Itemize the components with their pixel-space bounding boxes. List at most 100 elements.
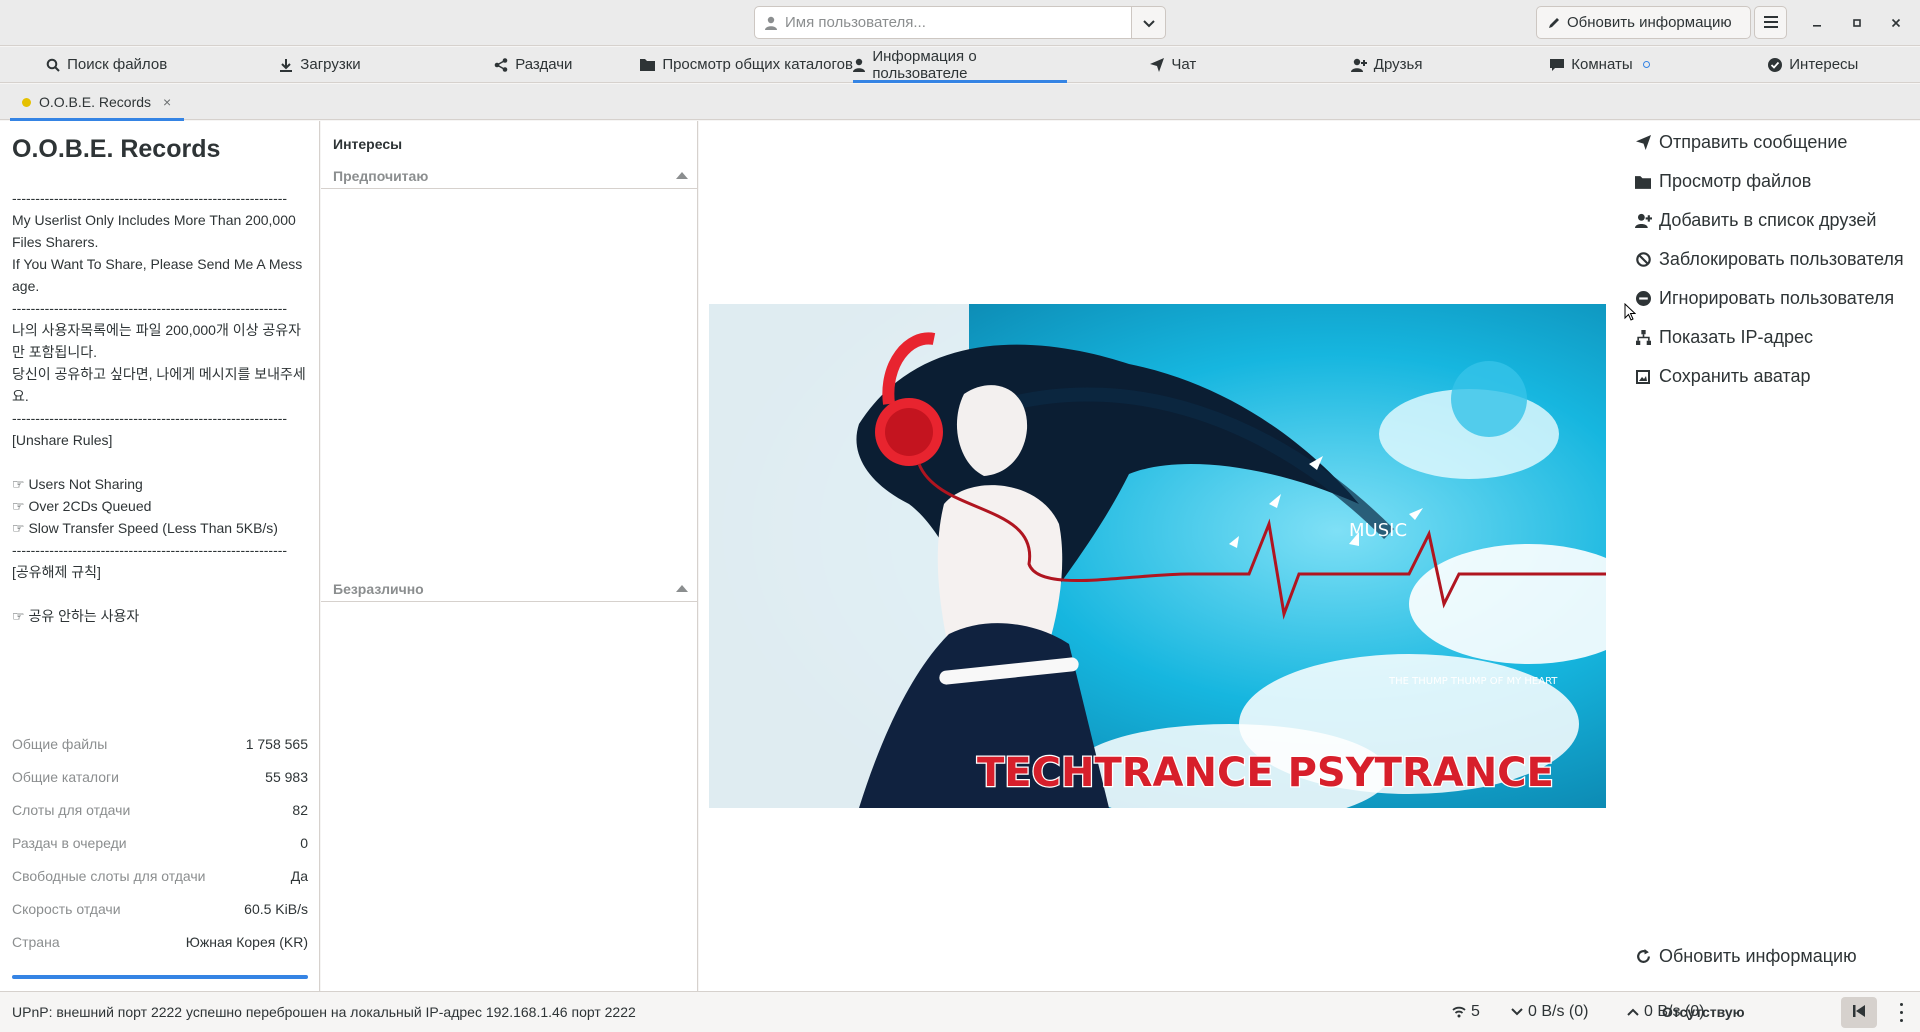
user-avatar-image: MUSIC THE THUMP THUMP OF MY HEART TECHTR…	[709, 304, 1606, 808]
dot-icon	[1899, 1002, 1903, 1006]
away-status-dot	[22, 97, 31, 107]
ignore-user-button[interactable]: Игнорировать пользователя	[1634, 288, 1894, 309]
status-menu-button[interactable]	[1895, 1000, 1907, 1024]
user-icon	[853, 58, 866, 72]
tab-search-files[interactable]: Поиск файлов	[0, 47, 213, 82]
stat-country: Страна Южная Корея (KR)	[12, 925, 308, 958]
download-speed-value: 0 B/s (0)	[1528, 1003, 1589, 1020]
maximize-icon	[1852, 16, 1862, 31]
tab-browse-shares[interactable]: Просмотр общих каталогов	[640, 47, 853, 82]
browse-files-button[interactable]: Просмотр файлов	[1634, 171, 1811, 192]
stat-value: 1 758 565	[245, 735, 308, 752]
user-description: ----------------------------------------…	[12, 190, 306, 624]
away-status-label: Отсутствую	[1662, 1004, 1745, 1020]
stat-label: Свободные слоты для отдачи	[12, 867, 206, 884]
tab-label: Загрузки	[300, 56, 361, 73]
send-icon	[1634, 134, 1652, 152]
stat-value: Да	[290, 867, 308, 884]
progress-bar	[12, 975, 308, 979]
stat-label: Общие файлы	[12, 735, 108, 752]
action-label: Отправить сообщение	[1659, 132, 1848, 152]
dot-icon	[1899, 1018, 1903, 1022]
user-plus-icon	[1634, 212, 1652, 230]
interests-panel: Интересы Предпочитаю Безразлично	[321, 121, 698, 991]
stat-shared-files: Общие файлы 1 758 565	[12, 727, 308, 760]
tab-label: Поиск файлов	[67, 56, 168, 73]
status-bar: UPnP: внешний порт 2222 успешно переброш…	[0, 991, 1920, 1032]
stat-label: Раздач в очереди	[12, 834, 127, 851]
minimize-button[interactable]	[1806, 12, 1828, 34]
chevron-down-icon	[1142, 15, 1155, 31]
neutral-interests-header[interactable]: Безразлично	[321, 576, 698, 602]
tab-label: Раздачи	[515, 56, 573, 73]
tab-friends[interactable]: Друзья	[1280, 47, 1493, 82]
refresh-info-action[interactable]: Обновить информацию	[1634, 946, 1857, 967]
close-window-button[interactable]	[1885, 12, 1907, 34]
minus-circle-icon	[1634, 290, 1652, 308]
username-input[interactable]: Имя пользователя...	[754, 6, 1132, 39]
stat-shared-folders: Общие каталоги 55 983	[12, 760, 308, 793]
sort-ascending-icon	[676, 585, 688, 592]
folder-icon	[640, 58, 656, 71]
close-icon	[1891, 16, 1901, 31]
maximize-button[interactable]	[1846, 12, 1868, 34]
show-ip-button[interactable]: Показать IP-адрес	[1634, 327, 1813, 348]
chevron-up-icon	[1627, 1008, 1639, 1016]
avatar-title-text: TECHTRANCE PSYTRANCE	[977, 750, 1554, 796]
chat-bubble-icon	[1550, 58, 1565, 72]
ban-user-button[interactable]: Заблокировать пользователя	[1634, 249, 1904, 270]
user-profile-panel: O.O.B.E. Records -----------------------…	[0, 121, 320, 991]
close-tab-icon[interactable]: ×	[163, 94, 171, 110]
tab-chat[interactable]: Чат	[1067, 47, 1280, 82]
stat-value: 55 983	[265, 768, 308, 785]
connection-count-value: 5	[1471, 1003, 1480, 1020]
download-icon	[279, 58, 293, 72]
user-stats: Общие файлы 1 758 565 Общие каталоги 55 …	[12, 727, 308, 958]
stat-value: 82	[292, 801, 308, 818]
pencil-icon	[1547, 16, 1561, 30]
stat-label: Страна	[12, 933, 60, 950]
user-tab-label: O.O.B.E. Records	[39, 94, 152, 110]
status-message: UPnP: внешний порт 2222 успешно переброш…	[12, 1004, 636, 1020]
tab-user-info[interactable]: Информация о пользователе	[853, 47, 1067, 83]
username-dropdown-button[interactable]	[1131, 6, 1166, 39]
action-label: Игнорировать пользователя	[1659, 288, 1895, 308]
stat-label: Общие каталоги	[12, 768, 119, 785]
share-icon	[494, 57, 508, 72]
image-icon	[1634, 368, 1652, 386]
refresh-icon	[1634, 948, 1652, 966]
network-icon	[1634, 329, 1652, 347]
stat-value: Южная Корея (KR)	[185, 933, 308, 950]
ban-icon	[1634, 251, 1652, 269]
wifi-icon	[1452, 1006, 1466, 1018]
refresh-info-button[interactable]: Обновить информацию	[1536, 6, 1751, 39]
stat-value: 60.5 KiB/s	[244, 900, 308, 917]
away-toggle-button[interactable]	[1841, 997, 1877, 1028]
main-tabs: Поиск файлов Загрузки Раздачи Просмотр о…	[0, 47, 1920, 83]
action-label: Показать IP-адрес	[1659, 327, 1814, 347]
send-message-button[interactable]: Отправить сообщение	[1634, 132, 1847, 153]
add-friend-button[interactable]: Добавить в список друзей	[1634, 210, 1876, 231]
refresh-info-label: Обновить информацию	[1567, 14, 1732, 31]
check-circle-icon	[1768, 57, 1783, 72]
tab-rooms[interactable]: Комнаты	[1493, 47, 1706, 82]
dot-icon	[1899, 1010, 1903, 1014]
mouse-pointer-icon	[1624, 302, 1637, 324]
tab-label: Просмотр общих каталогов	[662, 56, 853, 73]
tab-interests[interactable]: Интересы	[1707, 47, 1920, 82]
user-tab-oobe-records[interactable]: O.O.B.E. Records ×	[10, 84, 184, 121]
tab-uploads[interactable]: Раздачи	[427, 47, 640, 82]
stat-free-slots: Свободные слоты для отдачи Да	[12, 859, 308, 892]
tab-label: Чат	[1171, 56, 1197, 73]
download-speed[interactable]: 0 B/s (0)	[1511, 1003, 1588, 1021]
action-label: Добавить в список друзей	[1659, 210, 1877, 230]
save-avatar-button[interactable]: Сохранить аватар	[1634, 366, 1811, 387]
main-menu-button[interactable]	[1754, 6, 1787, 39]
liked-interests-header[interactable]: Предпочитаю	[321, 163, 698, 189]
tab-downloads[interactable]: Загрузки	[213, 47, 426, 82]
stat-queued-uploads: Раздач в очереди 0	[12, 826, 308, 859]
avatar-music-text: MUSIC	[1349, 520, 1407, 541]
action-label: Обновить информацию	[1659, 946, 1857, 966]
connection-count: 5	[1452, 1003, 1480, 1021]
action-label: Просмотр файлов	[1659, 171, 1812, 191]
